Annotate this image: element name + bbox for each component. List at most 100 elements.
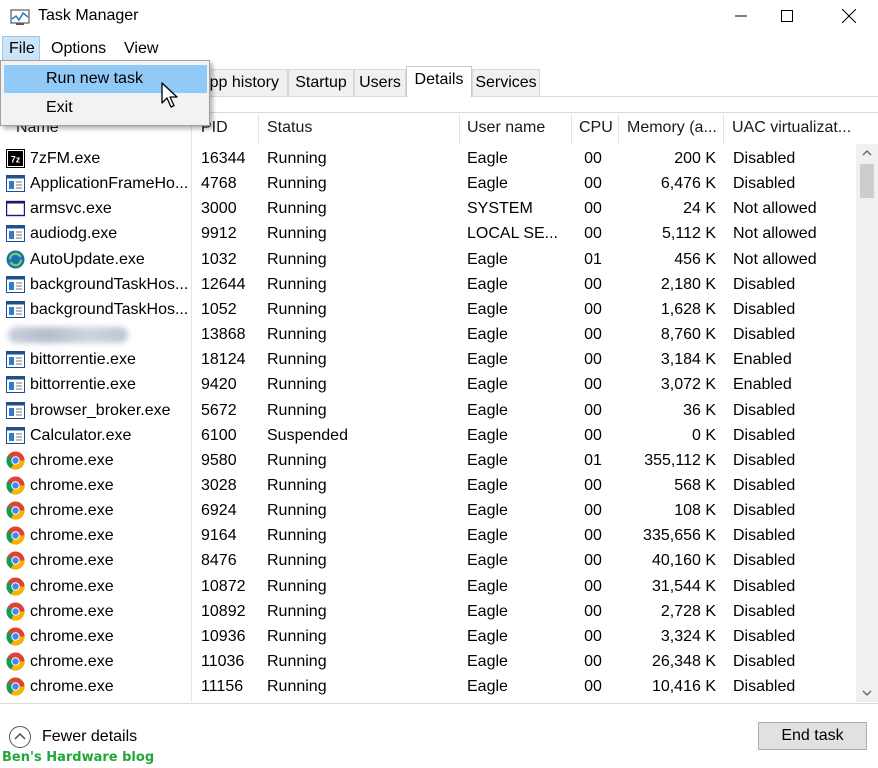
maximize-button[interactable] xyxy=(764,0,810,32)
process-name: chrome.exe xyxy=(30,451,114,469)
table-row[interactable]: bittorrentie.exe 18124 Running Eagle 00 3,184… xyxy=(0,347,856,372)
process-cpu: 00 xyxy=(584,376,602,394)
process-memory: 2,180 K xyxy=(660,275,716,293)
process-user: Eagle xyxy=(467,351,508,369)
close-icon xyxy=(842,9,856,23)
process-uac: Not allowed xyxy=(733,250,817,268)
7zip-icon: 7z xyxy=(6,149,25,168)
process-memory: 24 K xyxy=(683,200,716,218)
column-header-uac[interactable]: UAC virtualizat... xyxy=(724,112,856,144)
app-window-icon xyxy=(6,401,25,420)
process-name: chrome.exe xyxy=(30,577,114,595)
table-row[interactable]: chrome.exe 11036 Running Eagle 00 26,348 K Dis… xyxy=(0,649,856,674)
process-name: chrome.exe xyxy=(30,502,114,520)
tab-users[interactable]: Users xyxy=(354,69,406,97)
process-user: SYSTEM xyxy=(467,200,533,218)
process-pid: 11036 xyxy=(201,653,245,670)
table-row[interactable]: Calculator.exe 6100 Suspended Eagle 00 0 K Dis… xyxy=(0,423,856,448)
menu-options[interactable]: Options xyxy=(45,36,112,62)
table-row[interactable]: backgroundTaskHos... 12644 Running Eagle 00 2… xyxy=(0,272,856,297)
process-name: AutoUpdate.exe xyxy=(30,250,145,268)
column-header-user-name[interactable]: User name xyxy=(459,112,571,144)
table-row[interactable]: 13868 Running Eagle 00 8,760 K Disabled xyxy=(0,322,856,347)
process-pid: 9420 xyxy=(201,376,237,394)
blog-watermark: Ben's Hardware blog xyxy=(2,750,155,765)
table-row[interactable]: chrome.exe 10892 Running Eagle 00 2,728 K Disa… xyxy=(0,599,856,624)
table-row[interactable]: browser_broker.exe 5672 Running Eagle 00 36 K… xyxy=(0,398,856,423)
process-memory: 335,656 K xyxy=(643,527,716,545)
chrome-icon xyxy=(6,677,25,696)
fewer-details-toggle[interactable]: Fewer details xyxy=(8,726,137,748)
minimize-button[interactable] xyxy=(718,0,764,32)
table-row[interactable]: chrome.exe 9580 Running Eagle 01 355,112 K Dis… xyxy=(0,448,856,473)
process-cpu: 00 xyxy=(584,225,602,243)
table-row[interactable]: 7z 7zFM.exe 16344 Running Eagle 00 200 K Disabl… xyxy=(0,146,856,171)
table-row[interactable]: ApplicationFrameHo... 4768 Running Eagle 00 6… xyxy=(0,171,856,196)
process-user: Eagle xyxy=(467,527,508,545)
scrollbar-thumb[interactable] xyxy=(860,164,874,198)
tab-details[interactable]: Details xyxy=(406,66,472,97)
process-uac: Disabled xyxy=(733,577,796,595)
process-cpu: 00 xyxy=(584,577,602,595)
scroll-up-button[interactable] xyxy=(856,144,878,162)
process-cpu: 00 xyxy=(584,426,602,444)
column-header-memory[interactable]: Memory (a... xyxy=(619,112,723,144)
process-cpu: 00 xyxy=(584,602,602,620)
app-window-icon xyxy=(6,300,25,319)
process-memory: 0 K xyxy=(691,426,716,444)
chrome-icon xyxy=(6,501,25,520)
process-uac: Disabled xyxy=(733,602,796,620)
process-name: bittorrentie.exe xyxy=(30,351,136,369)
process-cpu: 00 xyxy=(584,150,602,167)
process-user: Eagle xyxy=(467,476,508,494)
process-user: Eagle xyxy=(467,401,508,419)
tab-startup[interactable]: Startup xyxy=(288,69,354,97)
menu-file[interactable]: File xyxy=(2,36,40,62)
process-user: Eagle xyxy=(467,678,508,696)
process-uac: Enabled xyxy=(733,351,792,369)
process-memory: 5,112 K xyxy=(662,225,716,243)
table-row[interactable]: chrome.exe 3028 Running Eagle 00 568 K Disable… xyxy=(0,473,856,498)
table-row[interactable]: AutoUpdate.exe 1032 Running Eagle 01 456 K Not… xyxy=(0,247,856,272)
table-row[interactable]: chrome.exe 11156 Running Eagle 00 10,416 K Dis… xyxy=(0,674,856,699)
vertical-scrollbar[interactable] xyxy=(856,144,878,702)
process-status: Running xyxy=(267,150,327,167)
menu-view[interactable]: View xyxy=(118,36,164,62)
process-name: chrome.exe xyxy=(30,653,114,670)
process-pid: 1032 xyxy=(201,250,237,268)
table-row[interactable]: audiodg.exe 9912 Running LOCAL SE... 00 5,112… xyxy=(0,221,856,246)
table-row[interactable]: chrome.exe 10872 Running Eagle 00 31,544 K Dis… xyxy=(0,574,856,599)
process-name: backgroundTaskHos... xyxy=(30,275,188,293)
process-memory: 108 K xyxy=(674,502,716,520)
app-window-icon xyxy=(6,375,25,394)
process-memory: 1,628 K xyxy=(660,300,716,318)
process-cpu: 00 xyxy=(584,175,602,193)
process-uac: Disabled xyxy=(733,175,796,193)
process-user: Eagle xyxy=(467,300,508,318)
process-cpu: 00 xyxy=(584,678,602,696)
process-memory: 10,416 K xyxy=(651,678,716,696)
scroll-down-button[interactable] xyxy=(856,684,878,702)
process-name: chrome.exe xyxy=(30,678,114,696)
end-task-button[interactable]: End task xyxy=(758,722,867,750)
table-row[interactable]: backgroundTaskHos... 1052 Running Eagle 00 1,… xyxy=(0,297,856,322)
process-name: bittorrentie.exe xyxy=(30,376,136,394)
process-user: LOCAL SE... xyxy=(467,225,558,243)
tab-services[interactable]: Services xyxy=(472,69,540,97)
process-status: Running xyxy=(267,376,327,394)
column-header-cpu[interactable]: CPU xyxy=(571,112,618,144)
process-pid: 11156 xyxy=(201,678,244,696)
column-header-status[interactable]: Status xyxy=(259,112,459,144)
table-row[interactable]: bittorrentie.exe 9420 Running Eagle 00 3,072 … xyxy=(0,372,856,397)
table-row[interactable]: armsvc.exe 3000 Running SYSTEM 00 24 K Not all… xyxy=(0,196,856,221)
chrome-icon xyxy=(6,577,25,596)
process-pid: 9164 xyxy=(201,527,237,545)
table-row[interactable]: chrome.exe 9164 Running Eagle 00 335,656 K Dis… xyxy=(0,523,856,548)
process-uac: Disabled xyxy=(733,451,796,469)
fewer-details-label: Fewer details xyxy=(42,728,138,745)
table-row[interactable]: chrome.exe 6924 Running Eagle 00 108 K Disable… xyxy=(0,498,856,523)
table-row[interactable]: chrome.exe 10936 Running Eagle 00 3,324 K Disa… xyxy=(0,624,856,649)
close-button[interactable] xyxy=(826,0,872,32)
table-row[interactable]: chrome.exe 8476 Running Eagle 00 40,160 K Disa… xyxy=(0,548,856,573)
process-name: chrome.exe xyxy=(30,527,114,545)
